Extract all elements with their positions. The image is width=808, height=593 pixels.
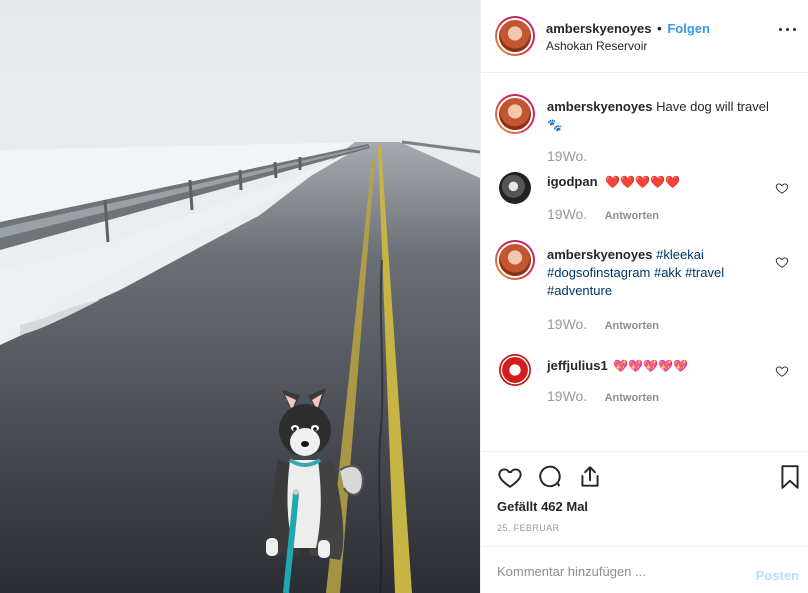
caption-avatar[interactable] (495, 94, 535, 134)
caption-text: amberskyenoyes Have dog will travel 🐾 (547, 98, 787, 134)
comment-meta: 19Wo. Antworten (547, 206, 659, 222)
caption-age[interactable]: 19Wo. (547, 148, 587, 164)
author-line: amberskyenoyes • Folgen (546, 21, 710, 36)
dog-on-road-image (0, 0, 480, 593)
comment-meta: 19Wo. Antworten (547, 316, 659, 332)
hashtag-link[interactable]: #dogsofinstagram (547, 265, 650, 280)
comment-text: jeffjulius1 💖💖💖💖💖 (547, 357, 787, 375)
hashtag-link[interactable]: #akk (654, 265, 681, 280)
comment-age[interactable]: 19Wo. (547, 388, 587, 404)
like-comment-heart-icon[interactable] (775, 364, 789, 378)
hashtag-link[interactable]: #adventure (547, 283, 612, 298)
reply-button[interactable]: Antworten (605, 320, 659, 332)
comment-username[interactable]: jeffjulius1 (547, 358, 608, 373)
reply-button[interactable]: Antworten (605, 210, 659, 222)
heart-icon[interactable] (497, 464, 523, 490)
comment-meta: 19Wo. Antworten (547, 388, 659, 404)
like-comment-heart-icon[interactable] (775, 255, 789, 269)
author-avatar[interactable] (495, 16, 535, 56)
comment-input[interactable] (497, 561, 727, 581)
location-link[interactable]: Ashokan Reservoir (546, 39, 647, 53)
comment-text: amberskyenoyes #kleekai #dogsofinstagram… (547, 246, 787, 300)
separator-dot: • (657, 21, 662, 36)
comment-body: 💖💖💖💖💖 (613, 359, 689, 373)
comment-avatar[interactable] (499, 354, 531, 386)
add-comment-bar: Posten (481, 546, 808, 593)
post-date[interactable]: 25. FEBRUAR (497, 523, 559, 533)
share-icon[interactable] (577, 464, 603, 490)
reply-button[interactable]: Antworten (605, 392, 659, 404)
post-photo[interactable] (0, 0, 480, 593)
follow-button[interactable]: Folgen (667, 21, 710, 36)
like-comment-heart-icon[interactable] (775, 181, 789, 195)
comment-avatar[interactable] (495, 240, 535, 280)
comment-icon[interactable] (537, 464, 563, 490)
caption-username[interactable]: amberskyenoyes (547, 99, 653, 114)
post-comment-button[interactable]: Posten (756, 568, 799, 583)
likes-count[interactable]: Gefällt 462 Mal (497, 499, 588, 514)
more-options-icon[interactable] (779, 28, 797, 34)
post-actions: Gefällt 462 Mal 25. FEBRUAR (481, 451, 808, 545)
paw-emoji: 🐾 (547, 118, 562, 132)
comment-age[interactable]: 19Wo. (547, 316, 587, 332)
post-dialog: amberskyenoyes • Folgen Ashokan Reservoi… (0, 0, 808, 593)
author-username[interactable]: amberskyenoyes (546, 21, 652, 36)
post-header: amberskyenoyes • Folgen Ashokan Reservoi… (481, 0, 808, 73)
comment-avatar[interactable] (499, 172, 531, 204)
comment-age[interactable]: 19Wo. (547, 206, 587, 222)
comment-username[interactable]: amberskyenoyes (547, 247, 653, 262)
caption-meta: 19Wo. (547, 148, 601, 164)
post-sidebar: amberskyenoyes • Folgen Ashokan Reservoi… (480, 0, 808, 593)
comment-text: igodpan ❤️❤️❤️❤️❤️ (547, 173, 787, 191)
comment-username[interactable]: igodpan (547, 174, 598, 189)
hashtag-link[interactable]: #travel (685, 265, 724, 280)
hashtag-link[interactable]: #kleekai (656, 247, 704, 262)
bookmark-icon[interactable] (777, 464, 803, 490)
comment-body: ❤️❤️❤️❤️❤️ (605, 175, 680, 189)
caption-body: Have dog will travel (656, 99, 769, 114)
